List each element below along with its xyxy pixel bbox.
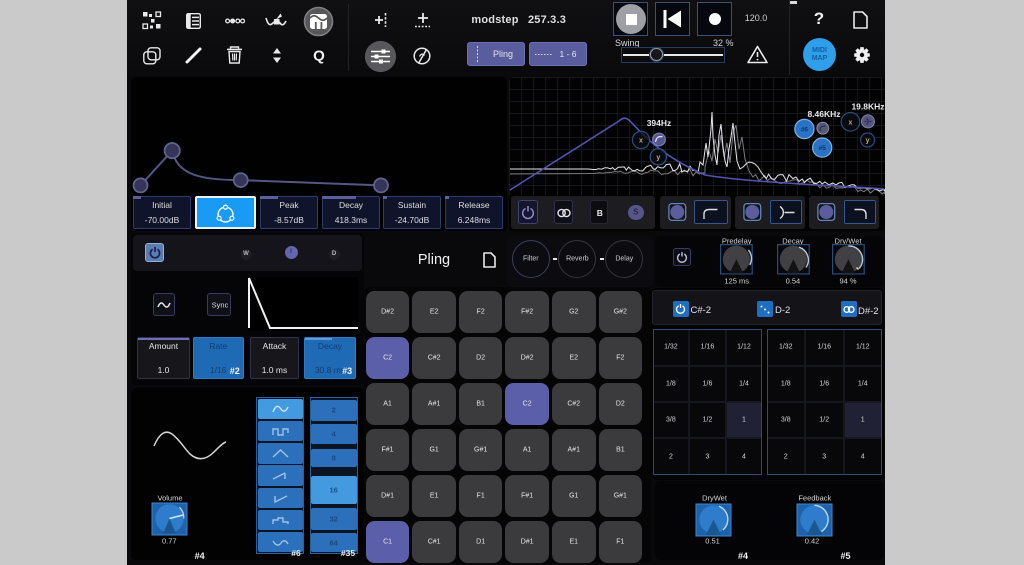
svg-text:#5: #5	[819, 145, 827, 152]
svg-text:x: x	[849, 119, 853, 126]
svg-text:y: y	[866, 138, 870, 145]
svg-text:19.8KHz: 19.8KHz	[851, 102, 884, 112]
svg-text:x: x	[639, 138, 643, 145]
svg-text:394Hz: 394Hz	[647, 118, 672, 128]
svg-text:#6: #6	[801, 127, 809, 134]
svg-text:y: y	[656, 154, 660, 161]
svg-text:8.46KHz: 8.46KHz	[807, 109, 840, 119]
